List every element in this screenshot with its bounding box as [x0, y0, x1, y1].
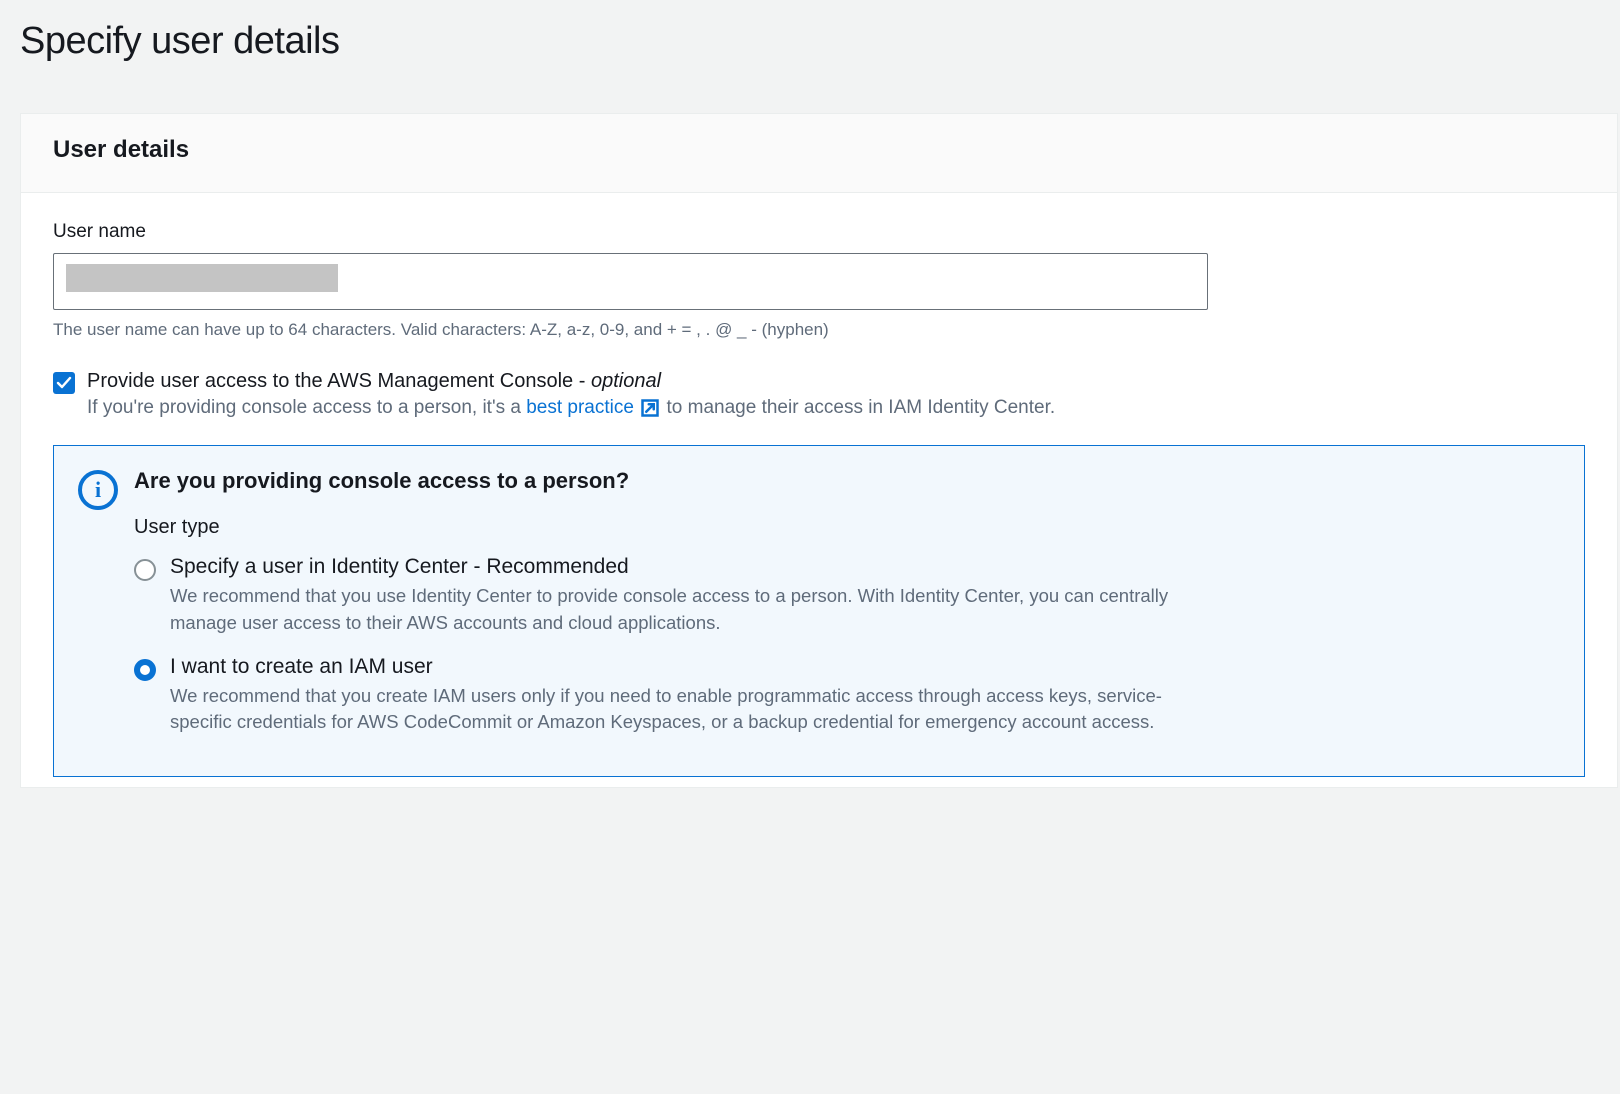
page-title: Specify user details [20, 20, 1618, 63]
panel-heading: User details [53, 136, 1585, 164]
radio-button-identity-center[interactable] [134, 559, 156, 581]
username-input[interactable] [53, 253, 1208, 310]
info-icon: i [78, 470, 118, 510]
radio-iam-user[interactable]: I want to create an IAM user We recommen… [134, 655, 1560, 737]
optional-label: optional [591, 370, 661, 392]
radio-desc-iam-user: We recommend that you create IAM users o… [170, 683, 1170, 737]
radio-desc-identity-center: We recommend that you use Identity Cente… [170, 583, 1170, 637]
user-type-info-box: i Are you providing console access to a … [53, 445, 1585, 777]
radio-button-iam-user[interactable] [134, 659, 156, 681]
user-details-panel: User details User name The user name can… [20, 113, 1618, 788]
user-type-label: User type [134, 516, 1560, 539]
console-access-hint: If you're providing console access to a … [87, 397, 1055, 419]
username-label: User name [53, 221, 1585, 243]
username-hint: The user name can have up to 64 characte… [53, 320, 1585, 340]
username-redacted [66, 264, 338, 292]
hint-pre: If you're providing console access to a … [87, 397, 526, 418]
console-access-checkbox[interactable] [53, 372, 75, 394]
info-icon-wrap: i [78, 470, 118, 754]
panel-header: User details [21, 114, 1617, 193]
hint-post: to manage their access in IAM Identity C… [667, 397, 1056, 418]
external-link-icon [640, 398, 660, 418]
radio-label-iam-user: I want to create an IAM user [170, 655, 1170, 679]
radio-identity-center[interactable]: Specify a user in Identity Center - Reco… [134, 555, 1560, 637]
radio-label-identity-center: Specify a user in Identity Center - Reco… [170, 555, 1170, 579]
console-access-label: Provide user access to the AWS Managemen… [87, 370, 591, 392]
best-practice-link[interactable]: best practice [526, 397, 634, 418]
info-box-title: Are you providing console access to a pe… [134, 468, 1560, 494]
check-icon [56, 375, 72, 391]
